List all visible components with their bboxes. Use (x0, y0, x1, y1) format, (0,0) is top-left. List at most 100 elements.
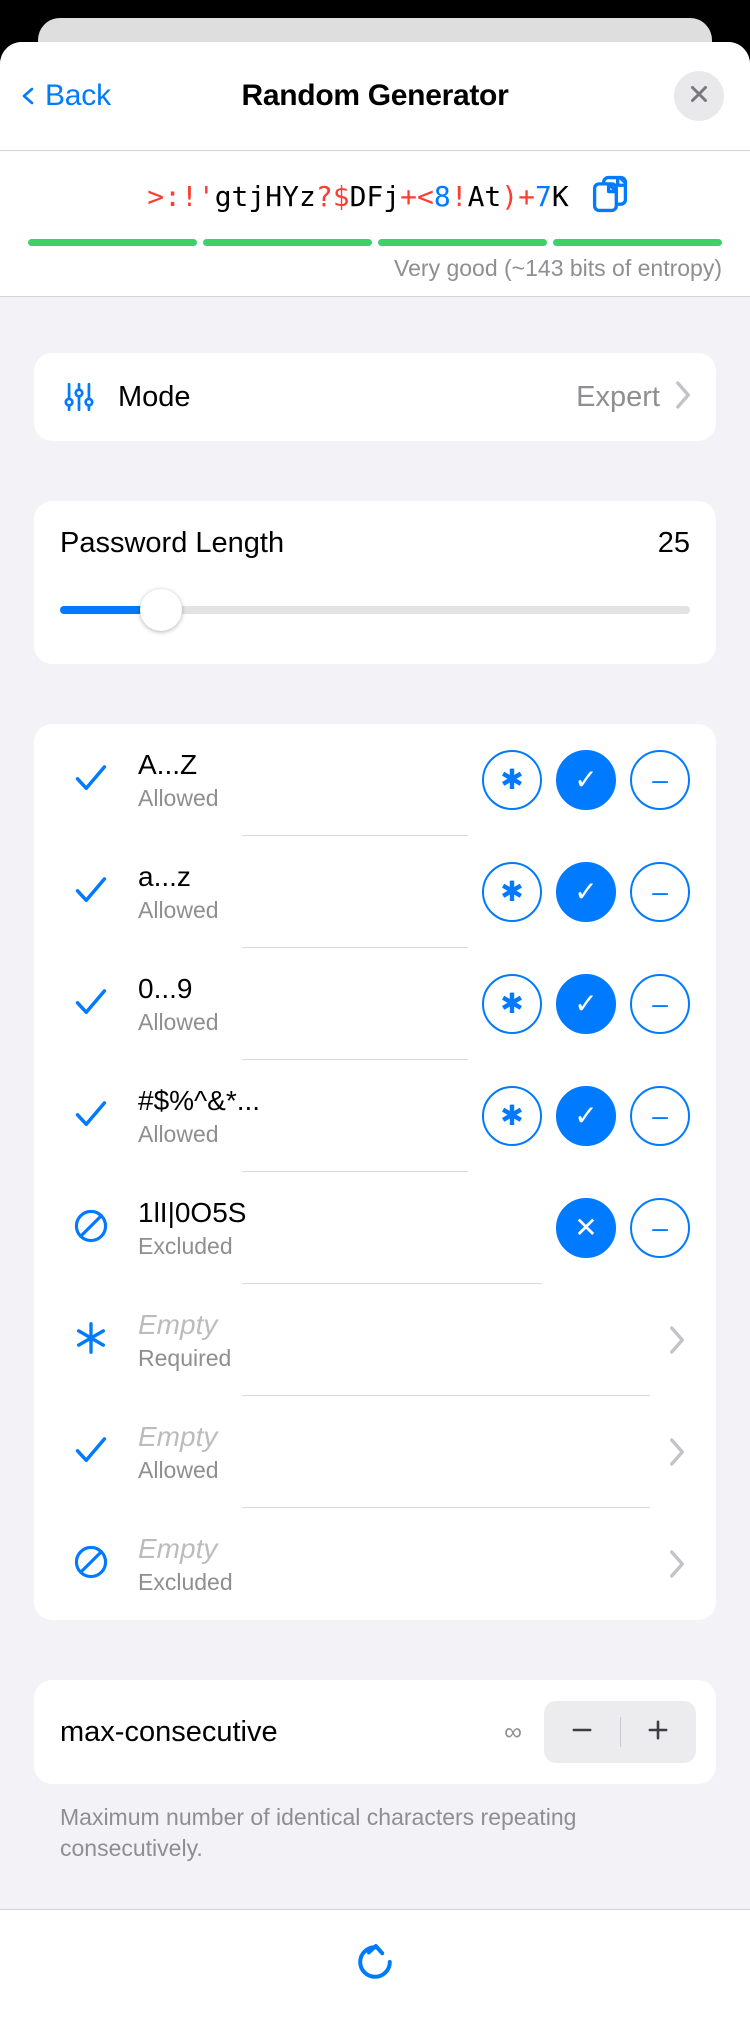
password-segment: >:!' (147, 179, 215, 213)
password-length-header: Password Length 25 (60, 527, 690, 560)
charset-row[interactable]: Empty Excluded (34, 1508, 716, 1620)
charset-title: A...Z (138, 748, 198, 780)
password-length-value: 25 (657, 527, 690, 559)
charset-subtitle: Allowed (138, 1456, 219, 1483)
charset-action-glyph: – (652, 1100, 668, 1131)
max-consecutive-footnote: Maximum number of identical characters r… (60, 1804, 577, 1862)
bottom-toolbar (0, 1909, 750, 2019)
charset-action-glyph: ✱ (500, 988, 524, 1019)
password-length-label: Password Length (60, 527, 285, 559)
charset-status-icon (60, 759, 122, 802)
charset-row[interactable]: 0...9 Allowed ✱ ✓ – (34, 948, 716, 1060)
excluded-button[interactable]: – (630, 1198, 690, 1258)
password-segment: ?$ (315, 179, 350, 213)
chevron-left-icon (18, 86, 38, 106)
excluded-button[interactable]: – (630, 974, 690, 1034)
required-button[interactable]: ✱ (482, 974, 542, 1034)
password-length-slider[interactable] (60, 589, 690, 631)
charset-status-icon (60, 983, 122, 1026)
allowed-button[interactable]: ✓ (556, 750, 616, 810)
no-entry-icon (72, 1207, 110, 1250)
charset-text: Empty Required (138, 1284, 650, 1396)
charset-action-glyph: ✓ (574, 1100, 598, 1131)
copy-icon (589, 173, 631, 220)
minus-icon (568, 1716, 596, 1749)
max-consecutive-stepper[interactable] (544, 1701, 696, 1763)
excluded-button[interactable]: – (630, 862, 690, 922)
sliders-icon (58, 380, 100, 414)
mode-group: Mode Expert (34, 353, 716, 441)
charset-action-group: ✱ ✓ – (482, 750, 690, 810)
charset-row[interactable]: a...z Allowed ✱ ✓ – (34, 836, 716, 948)
charset-action-glyph: – (652, 876, 668, 907)
charset-title: #$%^&*... (138, 1084, 261, 1116)
allowed-button[interactable]: ✓ (556, 1086, 616, 1146)
charset-subtitle: Excluded (138, 1232, 233, 1259)
regenerate-password-button[interactable] (340, 1930, 410, 2000)
settings-content: Mode Expert Password Length 25 A...Z All… (0, 297, 750, 1864)
charset-status-icon (60, 1095, 122, 1138)
charset-text: Empty Allowed (138, 1396, 650, 1508)
charset-title: 1lI|0O5S (138, 1196, 247, 1228)
charset-action-glyph: – (652, 1212, 668, 1243)
charset-action-glyph: ✕ (574, 1212, 598, 1243)
copy-password-button[interactable] (587, 173, 633, 219)
charset-action-group: ✱ ✓ – (482, 1086, 690, 1146)
password-segment: +< (400, 179, 434, 213)
stepper-increment-button[interactable] (621, 1701, 697, 1763)
max-consecutive-value: ∞ (504, 1717, 522, 1746)
strength-segment (553, 239, 722, 246)
required-button[interactable]: ✱ (482, 862, 542, 922)
password-segment: gtjHYz (214, 179, 316, 213)
charset-action-glyph: – (652, 764, 668, 795)
refresh-icon (351, 1938, 399, 1991)
slider-thumb[interactable] (139, 589, 182, 631)
charset-row[interactable]: A...Z Allowed ✱ ✓ – (34, 724, 716, 836)
password-segment: 7 (535, 179, 552, 213)
character-sets-group: A...Z Allowed ✱ ✓ – a...z Allowed ✱ ✓ – 0...9 Allow… (34, 724, 716, 1620)
modal-sheet: Back Random Generator >:!'gtjHYz?$DFj+<8… (0, 42, 750, 2019)
excluded-button[interactable]: – (630, 750, 690, 810)
excluded-button[interactable]: – (630, 1086, 690, 1146)
charset-text: 1lI|0O5S Excluded (138, 1172, 542, 1284)
required-button[interactable]: ✱ (482, 1086, 542, 1146)
allowed-button[interactable]: ✓ (556, 974, 616, 1034)
charset-status-icon (60, 1319, 122, 1362)
charset-action-group: ✱ ✓ – (482, 862, 690, 922)
charset-row[interactable]: #$%^&*... Allowed ✱ ✓ – (34, 1060, 716, 1172)
charset-action-glyph: ✓ (574, 988, 598, 1019)
password-row: >:!'gtjHYz?$DFj+<8!At)+7K (24, 173, 726, 219)
required-button[interactable]: ✱ (482, 750, 542, 810)
charset-text: a...z Allowed (138, 836, 468, 948)
generated-password-text[interactable]: >:!'gtjHYz?$DFj+<8!At)+7K (147, 180, 568, 213)
password-strength-meter (24, 239, 726, 246)
password-length-group: Password Length 25 (34, 501, 716, 664)
strength-segment (28, 239, 197, 246)
chevron-right-icon (664, 1325, 690, 1355)
charset-row[interactable]: Empty Required (34, 1284, 716, 1396)
password-display-area: >:!'gtjHYz?$DFj+<8!At)+7K Very good (~14… (0, 150, 750, 297)
allowed-button[interactable]: ✓ (556, 862, 616, 922)
charset-subtitle: Allowed (138, 784, 219, 811)
charset-row[interactable]: Empty Allowed (34, 1396, 716, 1508)
charset-row[interactable]: 1lI|0O5S Excluded ✕ – (34, 1172, 716, 1284)
back-button[interactable]: Back (18, 79, 111, 113)
mode-row[interactable]: Mode Expert (34, 353, 716, 441)
charset-action-group: ✕ – (556, 1198, 690, 1258)
check-icon (72, 759, 110, 802)
excluded-active-button[interactable]: ✕ (556, 1198, 616, 1258)
mode-value: Expert (576, 380, 660, 413)
check-icon (72, 871, 110, 914)
stepper-decrement-button[interactable] (544, 1701, 620, 1763)
screen: Back Random Generator >:!'gtjHYz?$DFj+<8… (0, 0, 750, 2019)
password-strength-label: Very good (~143 bits of entropy) (394, 255, 722, 281)
chevron-right-icon (664, 1549, 690, 1579)
close-button[interactable] (674, 71, 724, 121)
max-consecutive-label: max-consecutive (60, 1715, 278, 1748)
charset-text: 0...9 Allowed (138, 948, 468, 1060)
charset-action-glyph: ✱ (500, 764, 524, 795)
check-icon (72, 1095, 110, 1138)
charset-status-icon (60, 1543, 122, 1586)
password-segment: K (551, 179, 569, 213)
charset-text: #$%^&*... Allowed (138, 1060, 468, 1172)
